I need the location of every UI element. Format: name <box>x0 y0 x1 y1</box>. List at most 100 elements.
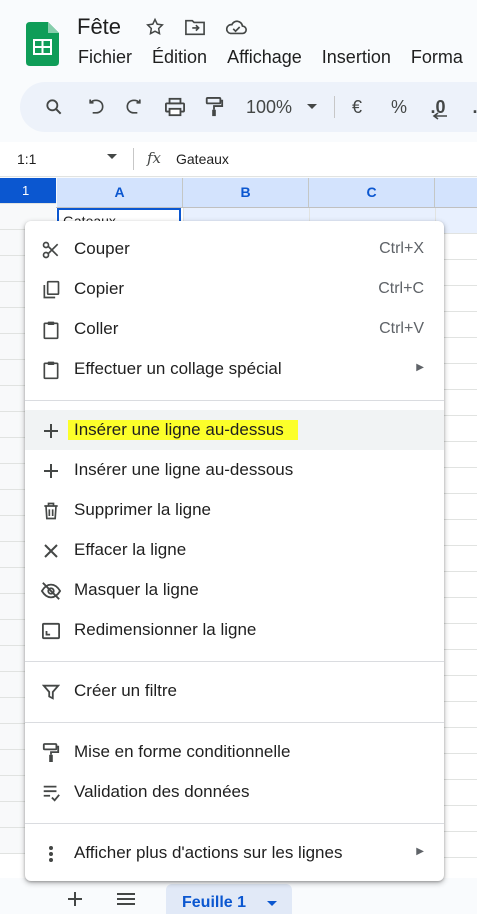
submenu-arrow-icon: ▶ <box>416 846 424 857</box>
zoom-select[interactable]: 100% <box>242 82 296 132</box>
formula-divider <box>133 148 134 170</box>
sheet-bar: Feuille 1 <box>0 878 477 914</box>
paint-roller-icon <box>40 742 62 764</box>
column-header-a[interactable]: A <box>57 178 183 207</box>
paint-format-icon <box>205 97 224 117</box>
menu-item-conditional-formatting-label: Mise en forme conditionnelle <box>74 742 291 761</box>
undo-button[interactable] <box>82 82 110 132</box>
menu-item-resize-row[interactable]: Redimensionner la ligne <box>25 610 444 650</box>
submenu-arrow-icon: ▶ <box>416 362 424 373</box>
menu-item-cut-label: Couper <box>74 239 130 258</box>
column-header-b[interactable]: B <box>183 178 309 207</box>
menu-affichage[interactable]: Affichage <box>227 47 302 68</box>
menu-item-hide-row[interactable]: Masquer la ligne <box>25 570 444 610</box>
menu-item-paste-label: Coller <box>74 319 119 338</box>
redo-icon <box>126 99 141 114</box>
sheet-tab-caret-icon[interactable] <box>266 900 278 908</box>
arrow-left-icon <box>432 112 447 120</box>
menu-insertion[interactable]: Insertion <box>322 47 391 68</box>
decrease-decimal-button[interactable]: .0 <box>424 82 452 132</box>
menu-item-data-validation-label: Validation des données <box>74 782 250 801</box>
menu-item-copy-shortcut: Ctrl+C <box>378 280 424 297</box>
search-menus-button[interactable] <box>40 82 68 132</box>
menu-item-more-row-actions[interactable]: Afficher plus d'actions sur les lignes ▶ <box>25 833 444 873</box>
eye-off-icon <box>40 580 62 602</box>
column-header-d[interactable] <box>435 178 477 207</box>
menu-divider <box>25 722 444 723</box>
paste-icon <box>40 319 62 341</box>
increase-decimal-button[interactable]: .0 <box>466 82 477 132</box>
menu-item-paste-special-label: Effectuer un collage spécial <box>74 359 282 378</box>
sheet-tab-active[interactable]: Feuille 1 <box>166 884 292 914</box>
menu-item-copy-label: Copier <box>74 279 125 298</box>
print-button[interactable] <box>160 82 190 132</box>
menu-item-cut[interactable]: Couper Ctrl+X <box>25 229 444 269</box>
more-vert-icon <box>40 843 62 865</box>
paste-special-icon <box>40 359 62 381</box>
menu-item-more-row-actions-label: Afficher plus d'actions sur les lignes <box>74 843 343 862</box>
menu-item-insert-row-above-label: Insérer une ligne au-dessus <box>68 420 298 440</box>
print-icon <box>165 97 185 117</box>
undo-icon <box>89 99 104 114</box>
menu-edition[interactable]: Édition <box>152 47 207 68</box>
cloud-saved-icon[interactable] <box>224 17 248 37</box>
menu-item-copy[interactable]: Copier Ctrl+C <box>25 269 444 309</box>
star-icon[interactable] <box>145 17 165 37</box>
menu-item-insert-row-below-label: Insérer une ligne au-dessous <box>74 460 294 479</box>
sheets-logo-icon[interactable] <box>26 22 59 66</box>
menu-item-paste-special[interactable]: Effectuer un collage spécial ▶ <box>25 349 444 389</box>
all-sheets-icon[interactable] <box>116 892 136 906</box>
scissors-icon <box>40 239 62 261</box>
menu-item-data-validation[interactable]: Validation des données <box>25 772 444 812</box>
plus-icon <box>40 420 62 442</box>
menu-item-delete-row-label: Supprimer la ligne <box>74 500 212 519</box>
menu-item-resize-row-label: Redimensionner la ligne <box>74 620 257 639</box>
menu-fichier[interactable]: Fichier <box>78 47 132 68</box>
menu-format[interactable]: Forma <box>411 47 463 68</box>
percent-format-button[interactable]: % <box>388 82 410 132</box>
increase-decimal-label: .0 <box>472 96 477 117</box>
redo-button[interactable] <box>120 82 148 132</box>
add-sheet-icon[interactable] <box>66 890 84 908</box>
menu-divider <box>25 400 444 401</box>
toolbar-divider <box>334 96 335 118</box>
menu-item-paste-shortcut: Ctrl+V <box>379 320 424 337</box>
name-box-dropdown-icon[interactable] <box>106 153 118 161</box>
caret-down-icon <box>307 104 317 109</box>
menu-item-insert-row-below[interactable]: Insérer une ligne au-dessous <box>25 450 444 490</box>
menu-item-clear-row[interactable]: Effacer la ligne <box>25 530 444 570</box>
menu-item-cut-shortcut: Ctrl+X <box>379 240 424 257</box>
formula-bar: 1:1 fx Gateaux <box>0 142 477 177</box>
search-icon <box>46 99 62 115</box>
menu-item-conditional-formatting[interactable]: Mise en forme conditionnelle <box>25 732 444 772</box>
name-box[interactable]: 1:1 <box>17 151 36 167</box>
close-icon <box>40 540 62 562</box>
resize-icon <box>40 620 62 642</box>
zoom-dropdown-button[interactable] <box>302 82 322 132</box>
menu-item-clear-row-label: Effacer la ligne <box>74 540 187 559</box>
menu-divider <box>25 823 444 824</box>
app-header: Fête Fichier Édition Affichage Insertion… <box>0 0 477 80</box>
menu-bar: Fichier Édition Affichage Insertion Form… <box>78 47 463 68</box>
menu-item-create-filter[interactable]: Créer un filtre <box>25 671 444 711</box>
menu-divider <box>25 661 444 662</box>
filter-icon <box>40 681 62 703</box>
paint-format-button[interactable] <box>200 82 228 132</box>
menu-item-paste[interactable]: Coller Ctrl+V <box>25 309 444 349</box>
formula-input[interactable]: Gateaux <box>176 151 229 167</box>
row-context-menu: Couper Ctrl+X Copier Ctrl+C Coller Ctrl+… <box>25 221 444 881</box>
menu-item-create-filter-label: Créer un filtre <box>74 681 177 700</box>
column-header-c[interactable]: C <box>309 178 435 207</box>
toolbar: 100% € % .0 .0 <box>20 82 477 132</box>
copy-icon <box>40 279 62 301</box>
currency-format-button[interactable]: € <box>346 82 368 132</box>
move-to-folder-icon[interactable] <box>184 17 206 37</box>
data-validation-icon <box>40 782 62 804</box>
menu-item-delete-row[interactable]: Supprimer la ligne <box>25 490 444 530</box>
document-title[interactable]: Fête <box>77 14 121 40</box>
plus-icon <box>40 460 62 482</box>
trash-icon <box>40 500 62 522</box>
menu-item-insert-row-above[interactable]: Insérer une ligne au-dessus <box>25 410 444 450</box>
row-header[interactable]: 1 <box>0 178 56 204</box>
menu-item-hide-row-label: Masquer la ligne <box>74 580 199 599</box>
